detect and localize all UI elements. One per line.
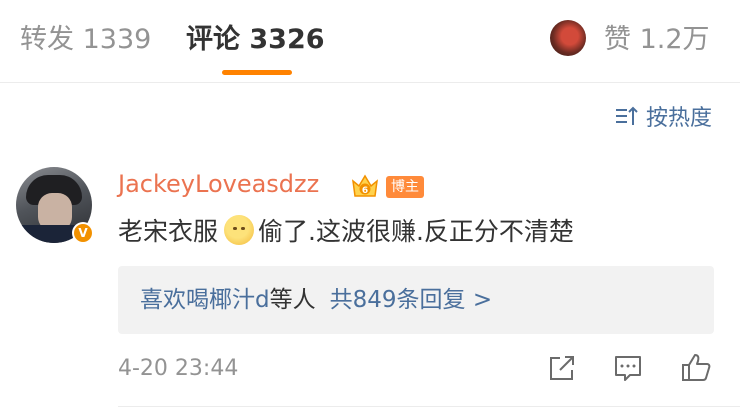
comment-text-part-2: 偷了.这波很赚.反正分不清楚 bbox=[258, 217, 574, 246]
reply-user-names[interactable]: 喜欢喝椰汁d bbox=[140, 287, 270, 313]
liker-avatar[interactable] bbox=[550, 20, 586, 56]
comment-icon[interactable] bbox=[612, 352, 644, 384]
svg-text:6: 6 bbox=[362, 186, 368, 196]
commenter-username[interactable]: JackeyLoveasdzz bbox=[118, 170, 319, 198]
share-icon[interactable] bbox=[546, 352, 578, 384]
comment-text-part-1: 老宋衣服 bbox=[118, 217, 219, 246]
comment-text: 老宋衣服 偷了.这波很赚.反正分不清楚 bbox=[118, 214, 574, 250]
reply-count-link[interactable]: 共849条回复 > bbox=[330, 287, 492, 313]
crown-icon: 6 bbox=[352, 174, 378, 197]
sort-label: 按热度 bbox=[645, 106, 712, 131]
divider bbox=[118, 406, 740, 407]
comment-timestamp: 4-20 23:44 bbox=[118, 356, 239, 381]
replies-preview[interactable]: 喜欢喝椰汁d等人 共849条回复 > bbox=[118, 266, 714, 334]
tab-comments[interactable]: 评论 3326 bbox=[186, 22, 325, 58]
reply-etc-label: 等人 bbox=[269, 287, 316, 313]
verified-badge-icon: V bbox=[72, 222, 94, 244]
sort-by-hot-button[interactable]: 按热度 bbox=[614, 100, 712, 132]
tab-bar: 转发 1339 评论 3326 赞 1.2万 bbox=[0, 0, 740, 83]
replies-text: 喜欢喝椰汁d等人 共849条回复 > bbox=[140, 283, 492, 317]
sort-icon bbox=[615, 106, 638, 125]
thumbs-up-icon[interactable] bbox=[680, 352, 712, 384]
smile-emoji-icon bbox=[224, 215, 255, 245]
active-tab-indicator bbox=[222, 70, 292, 75]
host-badge: 博主 bbox=[386, 176, 424, 198]
tab-likes[interactable]: 赞 1.2万 bbox=[604, 22, 710, 58]
tab-repost[interactable]: 转发 1339 bbox=[20, 22, 151, 58]
